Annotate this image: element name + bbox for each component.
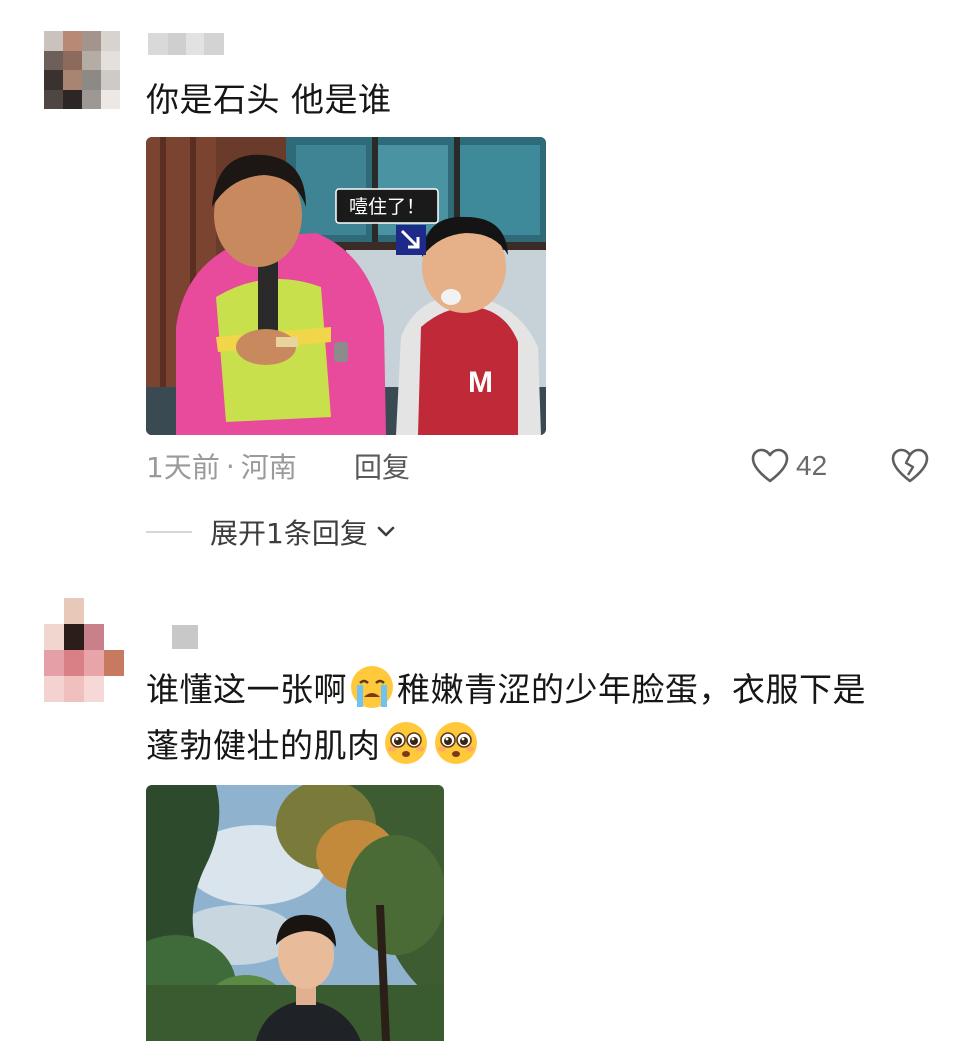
comment-text-part2: 稚嫩青涩的少年脸蛋，衣服下是 (397, 670, 866, 709)
reply-button[interactable]: 回复 (354, 446, 410, 486)
tv-scene-image: M 噎住了！ (146, 137, 546, 435)
diagonal-arrow-down-right-icon (396, 225, 426, 255)
heart-outline-icon (751, 448, 789, 483)
like-count: 42 (796, 450, 828, 481)
comment-text: 你是石头 他是谁 (146, 80, 392, 119)
comment-meta: 1天前 · 河南 (146, 446, 297, 486)
svg-text:M: M (468, 366, 493, 399)
avatar[interactable] (44, 31, 120, 109)
pleading-face-emoji-icon (434, 722, 477, 764)
comment-location: 河南 (240, 451, 297, 484)
expand-divider (146, 531, 192, 533)
crying-face-emoji-icon (351, 666, 393, 708)
username-blurred[interactable] (172, 625, 198, 649)
pleading-face-emoji-icon (384, 722, 427, 764)
username-blurred[interactable] (148, 33, 224, 55)
comment-text: 谁懂这一张啊 稚嫩青涩的少年脸蛋，衣服下是 蓬勃健壮的肌肉 (146, 662, 926, 774)
meta-separator: · (225, 449, 235, 483)
avatar[interactable] (44, 598, 124, 702)
comment-time: 1天前 (146, 451, 220, 484)
portrait-photo (146, 785, 444, 1041)
chevron-down-icon (377, 526, 395, 537)
dislike-button[interactable] (890, 444, 930, 488)
expand-replies-label: 展开1条回复 (210, 517, 368, 550)
broken-heart-icon (891, 448, 929, 483)
comment-text-part1: 谁懂这一张啊 (146, 670, 347, 709)
comment-image[interactable]: M 噎住了！ (146, 137, 546, 435)
expand-replies[interactable]: 展开1条回复 (146, 510, 396, 554)
comment-image[interactable] (146, 785, 444, 1041)
comment-text-line2: 蓬勃健壮的肌肉 (146, 726, 381, 765)
like-button[interactable]: 42 (750, 444, 827, 488)
image-caption: 噎住了！ (349, 196, 425, 218)
